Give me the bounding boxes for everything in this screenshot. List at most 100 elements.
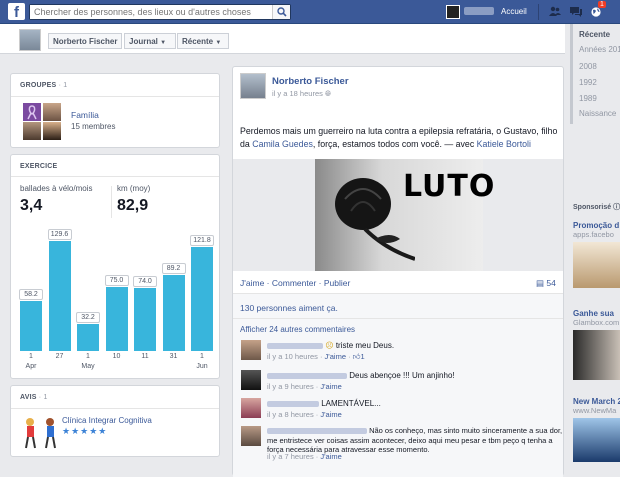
comment-like-button[interactable]: J'aime: [320, 452, 341, 461]
friend-requests-icon[interactable]: [549, 6, 561, 17]
commenter-avatar[interactable]: [241, 370, 261, 390]
groups-header: GROUPES · 1: [20, 82, 68, 89]
comments-section: 130 personnes aiment ça. Afficher 24 aut…: [233, 293, 563, 477]
timeline-item[interactable]: 1989: [579, 94, 597, 103]
bar-value-label: 32.2: [76, 311, 100, 323]
commenter-avatar[interactable]: [241, 426, 261, 446]
ad-2[interactable]: Ganhe sua Glambox.com: [573, 309, 620, 380]
rides-value: 3,4: [20, 197, 43, 214]
commenter-avatar[interactable]: [241, 398, 261, 418]
group-name-link[interactable]: Família: [71, 110, 99, 120]
timeline-item[interactable]: Années 201: [579, 45, 620, 54]
ad-3-image: [573, 418, 620, 462]
profile-name-button[interactable]: Norberto Fischer: [48, 33, 123, 49]
user-avatar[interactable]: [446, 5, 460, 19]
profile-thumbnail[interactable]: [19, 29, 41, 51]
chart-bar[interactable]: [191, 247, 213, 351]
x-tick-label: 11: [141, 353, 149, 360]
recent-button[interactable]: Récente ▼: [177, 33, 229, 49]
image-caption-luto: LUTO: [403, 169, 496, 204]
search-box[interactable]: [29, 4, 291, 20]
post-actions: J'aime · Commenter · Publier: [240, 278, 351, 288]
clinic-logo-icon: [25, 418, 56, 449]
post-time[interactable]: il y a 18 heures 🌐︎: [272, 89, 331, 99]
ad-1[interactable]: Promoção d apps.facebo: [573, 221, 620, 288]
thumbs-up-icon: 👍︎: [352, 352, 361, 361]
bar-value-label: 121.8: [190, 235, 214, 247]
ad-2-image: [573, 330, 620, 380]
post-author-name[interactable]: Norberto Fischer: [272, 76, 349, 87]
group-members: 15 membres: [71, 122, 116, 131]
sponsored-header: Sponsorisé ⓘ: [573, 204, 620, 211]
review-place-link[interactable]: Clínica Integrar Cognitiva: [62, 416, 152, 425]
tag-link-katiele[interactable]: Katiele Bortoli: [477, 139, 531, 149]
x-tick-label: 1: [200, 353, 204, 360]
post-image-frame[interactable]: LUTO: [233, 159, 563, 271]
bar-value-label: 74.0: [133, 275, 157, 287]
messages-icon[interactable]: [570, 6, 582, 17]
reviews-card: AVIS · 1 Clínica Integrar Cognitiva ★★★★…: [10, 385, 220, 457]
post-card: Norberto Fischer il y a 18 heures 🌐︎ Per…: [232, 66, 564, 477]
chart-bar[interactable]: [105, 287, 128, 351]
right-column: Récente Années 201 2008 1992 1989 Naissance S…: [570, 24, 620, 465]
bar-value-label: 89.2: [161, 263, 186, 274]
groups-card: GROUPES · 1 Família 15 membres: [10, 73, 220, 148]
comment-text: triste meu Deus.: [335, 341, 395, 350]
user-name-blurred[interactable]: [464, 7, 494, 15]
commenter-name[interactable]: [267, 342, 323, 349]
facebook-logo[interactable]: f: [8, 3, 25, 21]
bar-value-label: 129.6: [47, 228, 72, 240]
share-button[interactable]: Publier: [324, 278, 350, 288]
timeline-item[interactable]: 1992: [579, 78, 597, 87]
review-stars: ★★★★★: [62, 426, 108, 436]
like-button[interactable]: J'aime: [240, 278, 264, 288]
timeline-item[interactable]: 2008: [579, 62, 597, 71]
timeline-item[interactable]: Naissance: [579, 109, 616, 118]
x-month-label: Jun: [196, 363, 208, 370]
journal-label: Journal: [129, 37, 158, 46]
exercise-bar-chart: 58.2 1 Apr 129.6 27 32.2 1 May 75.0 10 74.0 11 89.2 3…: [11, 225, 219, 377]
chart-bar[interactable]: [20, 301, 42, 351]
chart-bar[interactable]: [134, 287, 156, 351]
comment-like-button[interactable]: J'aime: [320, 410, 341, 419]
comment-button[interactable]: Commenter: [272, 278, 316, 288]
group-photo-collage[interactable]: [20, 101, 64, 141]
notification-badge: 1: [598, 1, 606, 8]
x-tick-label: 1: [29, 353, 33, 360]
home-link[interactable]: Accueil: [501, 7, 527, 16]
commenter-name[interactable]: [267, 400, 319, 407]
divider: [538, 4, 539, 20]
chevron-down-icon: ▼: [215, 40, 222, 46]
ad-1-image: [573, 242, 620, 288]
comment-like-button[interactable]: J'aime: [320, 382, 341, 391]
bar-value-label: 58.2: [19, 289, 43, 301]
globe-icon: 🌐︎: [324, 89, 331, 98]
km-value: 82,9: [117, 197, 149, 214]
post-text: Perdemos mais um guerreiro na luta contr…: [240, 126, 558, 149]
search-button[interactable]: [272, 5, 290, 19]
km-label: km (moy): [117, 184, 151, 193]
x-tick-label: 10: [112, 353, 121, 360]
x-month-label: May: [81, 363, 95, 370]
journal-button[interactable]: Journal ▼: [124, 33, 176, 49]
comment-like-button[interactable]: J'aime: [325, 352, 346, 361]
recent-label: Récente: [182, 37, 214, 46]
tag-link-camila[interactable]: Camila Guedes: [252, 139, 313, 149]
rides-label: ballades à vélo/mois: [20, 184, 93, 193]
search-input[interactable]: [30, 5, 270, 19]
commenter-avatar[interactable]: [241, 340, 261, 360]
ad-3[interactable]: New March 2 www.NewMa: [573, 397, 620, 462]
x-month-label: Apr: [25, 363, 37, 370]
more-comments-link[interactable]: Afficher 24 autres commentaires: [240, 325, 355, 334]
likes-summary[interactable]: 130 personnes aiment ça.: [240, 303, 338, 313]
comments-count[interactable]: ▤ 54: [536, 278, 556, 289]
bar-value-label: 75.0: [104, 275, 129, 287]
timeline-item[interactable]: Récente: [579, 30, 610, 39]
reviews-header: AVIS · 1: [20, 394, 48, 401]
chart-bar[interactable]: [162, 275, 185, 351]
post-author-avatar[interactable]: [240, 73, 266, 99]
chart-bar[interactable]: [77, 323, 99, 351]
commenter-name[interactable]: [267, 428, 367, 435]
chart-bar[interactable]: [48, 240, 71, 351]
commenter-name[interactable]: [267, 372, 347, 379]
